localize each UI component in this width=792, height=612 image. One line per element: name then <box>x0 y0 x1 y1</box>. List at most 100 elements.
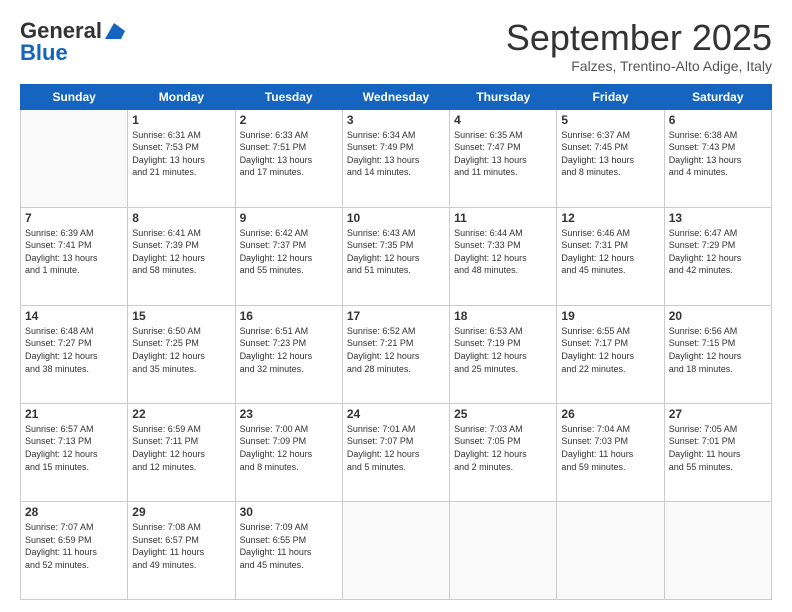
calendar-week-row: 21 Sunrise: 6:57 AMSunset: 7:13 PMDayligh… <box>21 403 772 501</box>
calendar-week-row: 7 Sunrise: 6:39 AMSunset: 7:41 PMDaylight… <box>21 207 772 305</box>
day-number: 16 <box>240 309 338 323</box>
table-row: 19 Sunrise: 6:55 AMSunset: 7:17 PMDayligh… <box>557 305 664 403</box>
table-row <box>342 501 449 599</box>
day-info: Sunrise: 6:34 AMSunset: 7:49 PMDaylight:… <box>347 129 445 179</box>
calendar-header-row: Sunday Monday Tuesday Wednesday Thursday… <box>21 84 772 109</box>
day-number: 30 <box>240 505 338 519</box>
day-info: Sunrise: 6:56 AMSunset: 7:15 PMDaylight:… <box>669 325 767 375</box>
day-info: Sunrise: 6:35 AMSunset: 7:47 PMDaylight:… <box>454 129 552 179</box>
day-number: 29 <box>132 505 230 519</box>
table-row <box>557 501 664 599</box>
table-row: 8Sunrise: 6:41 AMSunset: 7:39 PMDaylight… <box>128 207 235 305</box>
subtitle: Falzes, Trentino-Alto Adige, Italy <box>506 58 772 74</box>
month-title: September 2025 <box>506 18 772 58</box>
col-sunday: Sunday <box>21 84 128 109</box>
day-number: 24 <box>347 407 445 421</box>
table-row: 30Sunrise: 7:09 AMSunset: 6:55 PMDayligh… <box>235 501 342 599</box>
title-block: September 2025 Falzes, Trentino-Alto Adi… <box>506 18 772 74</box>
table-row: 7 Sunrise: 6:39 AMSunset: 7:41 PMDaylight… <box>21 207 128 305</box>
day-number: 22 <box>132 407 230 421</box>
table-row: 17 Sunrise: 6:52 AMSunset: 7:21 PMDayligh… <box>342 305 449 403</box>
day-info: Sunrise: 7:04 AMSunset: 7:03 PMDaylight:… <box>561 423 659 473</box>
table-row: 9 Sunrise: 6:42 AMSunset: 7:37 PMDaylight… <box>235 207 342 305</box>
day-info: Sunrise: 7:00 AMSunset: 7:09 PMDaylight:… <box>240 423 338 473</box>
page: General Blue September 2025 Falzes, Tren… <box>0 0 792 612</box>
day-number: 27 <box>669 407 767 421</box>
table-row: 27 Sunrise: 7:05 AMSunset: 7:01 PMDayligh… <box>664 403 771 501</box>
col-saturday: Saturday <box>664 84 771 109</box>
day-info: Sunrise: 6:39 AMSunset: 7:41 PMDaylight:… <box>25 227 123 277</box>
table-row: 18 Sunrise: 6:53 AMSunset: 7:19 PMDayligh… <box>450 305 557 403</box>
day-info: Sunrise: 6:48 AMSunset: 7:27 PMDaylight:… <box>25 325 123 375</box>
table-row: 2 Sunrise: 6:33 AMSunset: 7:51 PMDaylight… <box>235 109 342 207</box>
logo-flag-icon <box>103 23 125 39</box>
day-number: 10 <box>347 211 445 225</box>
day-info: Sunrise: 6:43 AMSunset: 7:35 PMDaylight:… <box>347 227 445 277</box>
calendar-week-row: 14 Sunrise: 6:48 AMSunset: 7:27 PMDayligh… <box>21 305 772 403</box>
table-row: 5Sunrise: 6:37 AMSunset: 7:45 PMDaylight… <box>557 109 664 207</box>
day-number: 3 <box>347 113 445 127</box>
day-number: 7 <box>25 211 123 225</box>
day-info: Sunrise: 6:55 AMSunset: 7:17 PMDaylight:… <box>561 325 659 375</box>
table-row: 29 Sunrise: 7:08 AMSunset: 6:57 PMDayligh… <box>128 501 235 599</box>
logo-blue-text: Blue <box>20 40 68 66</box>
table-row: 6 Sunrise: 6:38 AMSunset: 7:43 PMDaylight… <box>664 109 771 207</box>
table-row: 13 Sunrise: 6:47 AMSunset: 7:29 PMDayligh… <box>664 207 771 305</box>
day-number: 13 <box>669 211 767 225</box>
table-row: 12Sunrise: 6:46 AMSunset: 7:31 PMDayligh… <box>557 207 664 305</box>
day-number: 21 <box>25 407 123 421</box>
table-row: 25Sunrise: 7:03 AMSunset: 7:05 PMDayligh… <box>450 403 557 501</box>
table-row: 22 Sunrise: 6:59 AMSunset: 7:11 PMDayligh… <box>128 403 235 501</box>
table-row: 28 Sunrise: 7:07 AMSunset: 6:59 PMDayligh… <box>21 501 128 599</box>
table-row <box>21 109 128 207</box>
calendar-week-row: 1Sunrise: 6:31 AMSunset: 7:53 PMDaylight… <box>21 109 772 207</box>
day-number: 20 <box>669 309 767 323</box>
table-row: 21 Sunrise: 6:57 AMSunset: 7:13 PMDayligh… <box>21 403 128 501</box>
day-number: 23 <box>240 407 338 421</box>
table-row: 1Sunrise: 6:31 AMSunset: 7:53 PMDaylight… <box>128 109 235 207</box>
day-number: 8 <box>132 211 230 225</box>
day-number: 18 <box>454 309 552 323</box>
col-wednesday: Wednesday <box>342 84 449 109</box>
table-row: 3 Sunrise: 6:34 AMSunset: 7:49 PMDaylight… <box>342 109 449 207</box>
day-number: 2 <box>240 113 338 127</box>
day-number: 28 <box>25 505 123 519</box>
table-row: 4 Sunrise: 6:35 AMSunset: 7:47 PMDaylight… <box>450 109 557 207</box>
day-info: Sunrise: 6:50 AMSunset: 7:25 PMDaylight:… <box>132 325 230 375</box>
col-thursday: Thursday <box>450 84 557 109</box>
day-number: 15 <box>132 309 230 323</box>
table-row: 14 Sunrise: 6:48 AMSunset: 7:27 PMDayligh… <box>21 305 128 403</box>
col-friday: Friday <box>557 84 664 109</box>
day-info: Sunrise: 6:59 AMSunset: 7:11 PMDaylight:… <box>132 423 230 473</box>
day-number: 19 <box>561 309 659 323</box>
day-info: Sunrise: 6:53 AMSunset: 7:19 PMDaylight:… <box>454 325 552 375</box>
day-info: Sunrise: 7:05 AMSunset: 7:01 PMDaylight:… <box>669 423 767 473</box>
day-info: Sunrise: 7:08 AMSunset: 6:57 PMDaylight:… <box>132 521 230 571</box>
day-info: Sunrise: 6:38 AMSunset: 7:43 PMDaylight:… <box>669 129 767 179</box>
table-row: 26 Sunrise: 7:04 AMSunset: 7:03 PMDayligh… <box>557 403 664 501</box>
table-row: 24Sunrise: 7:01 AMSunset: 7:07 PMDayligh… <box>342 403 449 501</box>
col-monday: Monday <box>128 84 235 109</box>
day-number: 9 <box>240 211 338 225</box>
day-number: 12 <box>561 211 659 225</box>
day-number: 6 <box>669 113 767 127</box>
day-info: Sunrise: 6:37 AMSunset: 7:45 PMDaylight:… <box>561 129 659 179</box>
day-number: 4 <box>454 113 552 127</box>
day-number: 14 <box>25 309 123 323</box>
day-info: Sunrise: 6:44 AMSunset: 7:33 PMDaylight:… <box>454 227 552 277</box>
day-number: 26 <box>561 407 659 421</box>
day-info: Sunrise: 7:03 AMSunset: 7:05 PMDaylight:… <box>454 423 552 473</box>
table-row: 16 Sunrise: 6:51 AMSunset: 7:23 PMDayligh… <box>235 305 342 403</box>
header: General Blue September 2025 Falzes, Tren… <box>20 18 772 74</box>
day-info: Sunrise: 6:33 AMSunset: 7:51 PMDaylight:… <box>240 129 338 179</box>
day-info: Sunrise: 6:57 AMSunset: 7:13 PMDaylight:… <box>25 423 123 473</box>
day-info: Sunrise: 6:51 AMSunset: 7:23 PMDaylight:… <box>240 325 338 375</box>
table-row: 11Sunrise: 6:44 AMSunset: 7:33 PMDayligh… <box>450 207 557 305</box>
col-tuesday: Tuesday <box>235 84 342 109</box>
day-info: Sunrise: 6:52 AMSunset: 7:21 PMDaylight:… <box>347 325 445 375</box>
table-row <box>664 501 771 599</box>
day-number: 17 <box>347 309 445 323</box>
day-info: Sunrise: 6:47 AMSunset: 7:29 PMDaylight:… <box>669 227 767 277</box>
day-info: Sunrise: 7:07 AMSunset: 6:59 PMDaylight:… <box>25 521 123 571</box>
day-info: Sunrise: 6:42 AMSunset: 7:37 PMDaylight:… <box>240 227 338 277</box>
